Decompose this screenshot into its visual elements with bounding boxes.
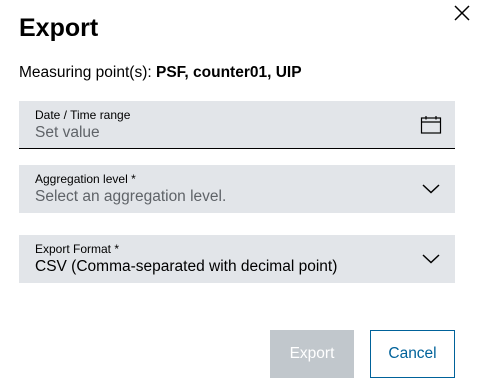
chevron-down-icon	[420, 249, 442, 269]
date-range-label: Date / Time range	[35, 108, 131, 122]
aggregation-level-label: Aggregation level *	[35, 172, 136, 186]
measuring-points: Measuring point(s): PSF, counter01, UIP	[19, 64, 302, 82]
dialog-title: Export	[19, 14, 99, 42]
export-format-label: Export Format *	[35, 242, 120, 256]
date-range-field[interactable]: Date / Time range Set value	[19, 101, 455, 149]
export-button[interactable]: Export	[270, 330, 354, 378]
aggregation-level-select[interactable]: Aggregation level * Select an aggregatio…	[19, 165, 455, 213]
chevron-down-icon	[420, 179, 442, 199]
measuring-points-value: PSF, counter01, UIP	[155, 64, 302, 81]
date-range-placeholder: Set value	[35, 124, 100, 141]
close-button[interactable]	[451, 4, 473, 26]
measuring-points-label: Measuring point(s):	[19, 64, 152, 81]
cancel-button[interactable]: Cancel	[370, 330, 455, 378]
close-icon	[453, 4, 471, 27]
aggregation-level-placeholder: Select an aggregation level.	[35, 188, 227, 205]
export-format-value: CSV (Comma-separated with decimal point)	[35, 258, 338, 275]
calendar-icon[interactable]	[420, 115, 442, 135]
export-dialog: Export Measuring point(s): PSF, counter0…	[0, 0, 479, 390]
export-format-select[interactable]: Export Format * CSV (Comma-separated wit…	[19, 235, 455, 283]
